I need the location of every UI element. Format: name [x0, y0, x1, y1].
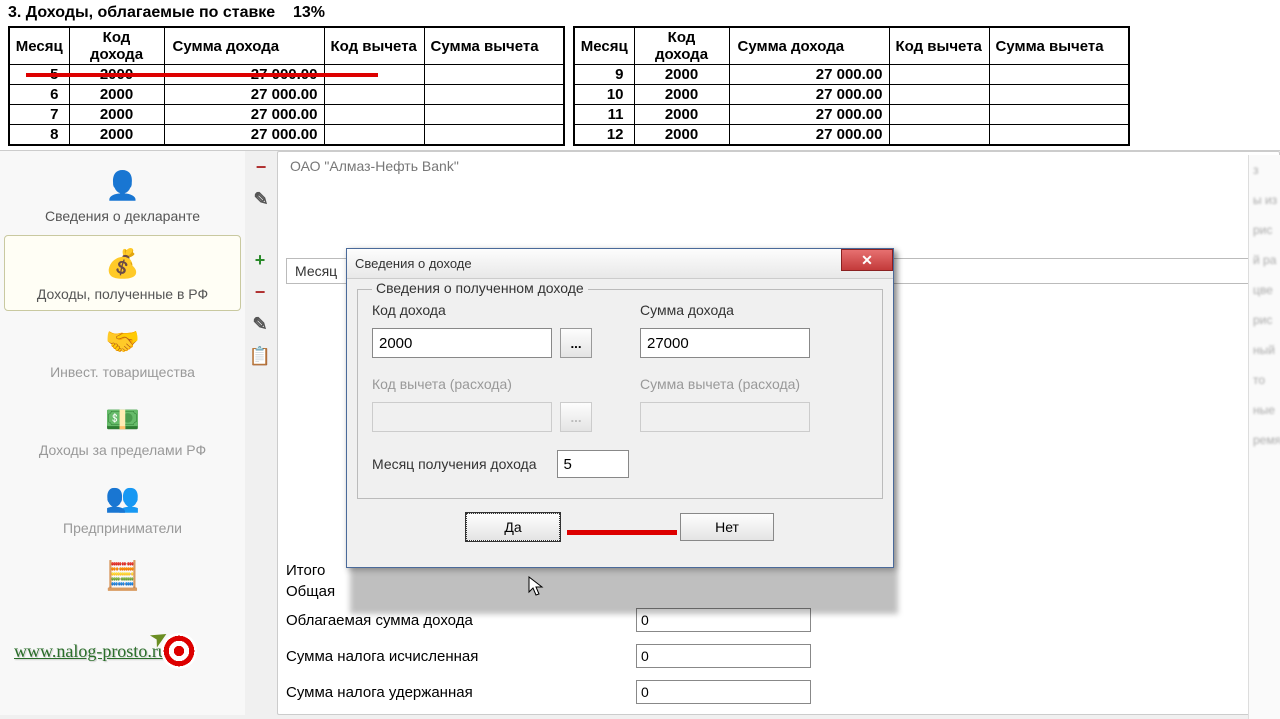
income-table-right: Месяц Код дохода Сумма дохода Код вычета…	[573, 26, 1130, 146]
edit-income-button[interactable]: ✎	[248, 312, 272, 336]
watermark: ➤ www.nalog-prosto.ru	[14, 633, 197, 669]
dialog-title: Сведения о доходе	[355, 256, 472, 271]
code-label: Код дохода	[372, 302, 600, 318]
person-icon: 👤	[101, 166, 145, 204]
income-sum-input[interactable]	[640, 328, 810, 358]
highlight-underline	[26, 73, 378, 77]
table-row: 10200027 000.00	[574, 85, 1129, 105]
close-button[interactable]: ✕	[841, 249, 893, 271]
total-calculated-input[interactable]	[636, 644, 811, 668]
nav-invest[interactable]: 🤝 Инвест. товарищества	[4, 313, 241, 389]
total-row: Сумма налога удержанная	[286, 674, 1271, 710]
calc-icon: 🧮	[101, 556, 145, 594]
table-row: 11200027 000.00	[574, 105, 1129, 125]
toolbar-upper: − ✎	[245, 151, 277, 715]
dsum-label: Сумма вычета (расхода)	[640, 376, 868, 392]
highlight-underline-month	[567, 530, 677, 535]
section-title: 3. Доходы, облагаемые по ставке 13%	[8, 4, 1272, 22]
copy-income-button[interactable]: 📋	[248, 344, 272, 368]
total-withheld-input[interactable]	[636, 680, 811, 704]
group-icon: 👥	[101, 478, 145, 516]
income-dialog: Сведения о доходе ✕ Сведения о полученно…	[346, 248, 894, 568]
source-name: ОАО "Алмаз-Нефть Bank"	[286, 156, 1271, 176]
edit-source-button[interactable]: ✎	[249, 187, 273, 211]
fieldset-legend: Сведения о полученном доходе	[372, 280, 588, 296]
no-button[interactable]: Нет	[680, 513, 774, 541]
sidebar: 👤 Сведения о декларанте 💰 Доходы, получе…	[0, 151, 245, 715]
nav-declarant[interactable]: 👤 Сведения о декларанте	[4, 157, 241, 233]
table-row: 6200027 000.00	[9, 85, 564, 105]
income-month-input[interactable]	[557, 450, 629, 478]
dcode-lookup-button: ...	[560, 402, 592, 432]
dialog-fieldset: Сведения о полученном доходе Код дохода …	[357, 289, 883, 499]
close-icon: ✕	[861, 252, 873, 269]
code-lookup-button[interactable]: ...	[560, 328, 592, 358]
income-code-input[interactable]	[372, 328, 552, 358]
nav-foreign[interactable]: 💵 Доходы за пределами РФ	[4, 391, 241, 467]
remove-income-button[interactable]: −	[248, 280, 272, 304]
moneybag-icon: 💵	[101, 400, 145, 438]
sum-label: Сумма дохода	[640, 302, 868, 318]
dcode-label: Код вычета (расхода)	[372, 376, 600, 392]
target-icon	[161, 633, 197, 669]
right-cropped-text: зы изрисй рацверисныйтоныеремя	[1248, 155, 1280, 719]
nav-income-rf[interactable]: 💰 Доходы, полученные в РФ	[4, 235, 241, 311]
month-label: Месяц получения дохода	[372, 456, 537, 472]
table-row: 8200027 000.00	[9, 125, 564, 146]
deduction-code-input	[372, 402, 552, 432]
yes-button[interactable]: Да	[466, 513, 560, 541]
income-table-left: Месяц Код дохода Сумма дохода Код вычета…	[8, 26, 565, 146]
table-row: 7200027 000.00	[9, 105, 564, 125]
nav-calc[interactable]: 🧮	[4, 547, 241, 599]
total-row: Сумма налога исчисленная	[286, 638, 1271, 674]
handshake-icon: 🤝	[101, 322, 145, 360]
dialog-titlebar[interactable]: Сведения о доходе ✕	[347, 249, 893, 279]
remove-source-button[interactable]: −	[249, 155, 273, 179]
coins-icon: 💰	[101, 244, 145, 282]
add-income-button[interactable]: +	[248, 248, 272, 272]
deduction-sum-input	[640, 402, 810, 432]
table-row: 12200027 000.00	[574, 125, 1129, 146]
table-row: 9200027 000.00	[574, 65, 1129, 85]
nav-entrepreneur[interactable]: 👥 Предприниматели	[4, 469, 241, 545]
